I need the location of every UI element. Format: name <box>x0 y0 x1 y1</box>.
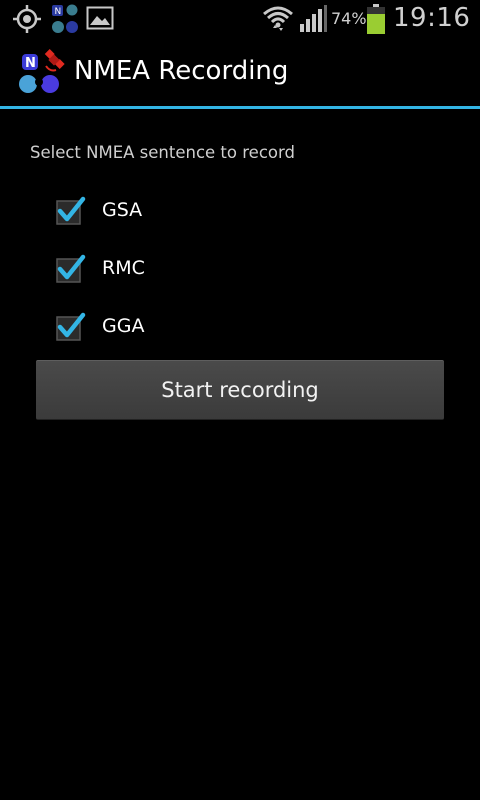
wifi-icon <box>262 4 294 38</box>
select-prompt: Select NMEA sentence to record <box>30 143 295 162</box>
checkbox-label: GGA <box>102 315 145 337</box>
gps-icon <box>12 4 42 38</box>
checkbox-label: GSA <box>102 199 143 221</box>
status-bar: N 74% 19:16 <box>0 0 480 38</box>
status-clock: 19:16 <box>393 3 471 33</box>
battery-percent: 74% <box>331 9 367 28</box>
app-logo-icon[interactable]: N <box>16 48 68 102</box>
action-bar: N NMEA Recording <box>0 38 480 106</box>
checkbox-rmc[interactable]: RMC <box>56 248 356 288</box>
signal-icon <box>299 5 327 37</box>
battery-icon <box>367 4 385 38</box>
checkbox-checked-icon[interactable] <box>56 312 86 341</box>
start-recording-button[interactable]: Start recording <box>36 360 444 420</box>
action-bar-divider <box>0 106 480 109</box>
checkbox-gsa[interactable]: GSA <box>56 190 356 230</box>
checkbox-label: RMC <box>102 257 145 279</box>
svg-text:N: N <box>25 56 36 71</box>
checkbox-gga[interactable]: GGA <box>56 306 356 346</box>
app-notification-icon: N <box>50 3 80 39</box>
checkbox-checked-icon[interactable] <box>56 254 86 283</box>
gallery-icon <box>86 6 114 34</box>
screen: N 74% 19:16 N NMEA Recording Select NMEA… <box>0 0 480 800</box>
svg-text:N: N <box>55 7 62 17</box>
app-title: NMEA Recording <box>74 56 289 86</box>
checkbox-checked-icon[interactable] <box>56 196 86 225</box>
